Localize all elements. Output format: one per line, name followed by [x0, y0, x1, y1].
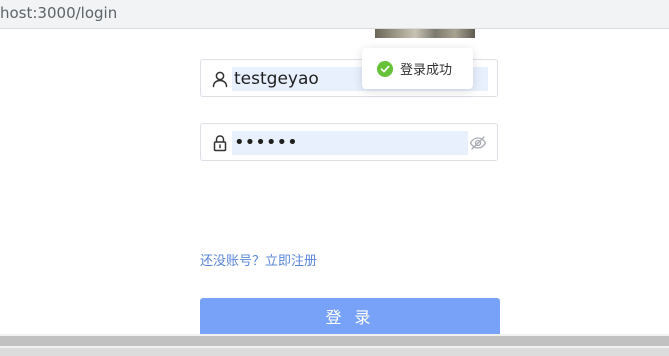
password-input[interactable]: •••••• [234, 131, 298, 155]
login-button[interactable]: 登 录 [200, 298, 500, 338]
url-text[interactable]: host:3000/login [0, 4, 117, 22]
username-input[interactable]: testgeyao [234, 67, 319, 91]
register-link[interactable]: 还没账号？立即注册 [200, 250, 317, 269]
header-image [375, 29, 475, 38]
eye-off-icon[interactable] [469, 134, 487, 152]
password-field[interactable]: •••••• [200, 123, 498, 161]
horizontal-scrollbar[interactable] [0, 334, 669, 348]
user-icon [212, 71, 228, 88]
scrollbar-thumb[interactable] [0, 336, 669, 346]
check-circle-icon [377, 61, 393, 77]
lock-icon [213, 135, 227, 152]
window-bottom-edge [0, 348, 669, 356]
browser-address-bar[interactable]: host:3000/login [0, 0, 669, 29]
toast-message: 登录成功 [400, 63, 453, 78]
success-toast: 登录成功 [362, 48, 473, 89]
